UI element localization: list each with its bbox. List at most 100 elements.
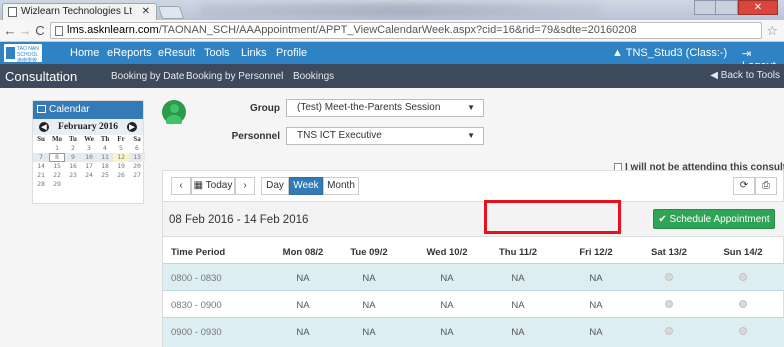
calendar-day[interactable]: 14 bbox=[33, 162, 49, 171]
calendar-day-header: Su bbox=[37, 135, 45, 143]
calendar-day[interactable]: 20 bbox=[129, 162, 145, 171]
group-select[interactable]: (Test) Meet-the-Parents Session ▼ bbox=[286, 99, 484, 117]
slot-radio[interactable] bbox=[665, 300, 673, 308]
slot-radio[interactable] bbox=[739, 327, 747, 335]
calendar-day[interactable]: 5 bbox=[113, 144, 129, 153]
forward-arrow-icon[interactable]: → bbox=[18, 23, 32, 38]
logout-icon: ⇥ bbox=[742, 48, 752, 60]
calendar-day[interactable]: 10 bbox=[81, 153, 97, 162]
nav-home[interactable]: Home bbox=[70, 47, 99, 59]
calendar-day[interactable]: 2 bbox=[65, 144, 81, 153]
view-week-button[interactable]: Week bbox=[289, 177, 323, 195]
slot-cell: NA bbox=[362, 273, 376, 284]
back-to-tools-label: Back to Tools bbox=[720, 70, 780, 81]
calendar-day[interactable]: 6 bbox=[129, 144, 145, 153]
mini-calendar: Calendar ◀ February 2016 ▶ Su Mo Tu We Th Fr S… bbox=[32, 100, 145, 204]
calendar-day[interactable]: 15 bbox=[49, 162, 65, 171]
back-arrow-icon: ◀ bbox=[710, 70, 721, 81]
slot-radio[interactable] bbox=[739, 300, 747, 308]
calendar-empty-cell bbox=[33, 144, 49, 153]
calendar-day[interactable]: 19 bbox=[113, 162, 129, 171]
calendar-day[interactable]: 8 bbox=[49, 153, 65, 162]
nav-links[interactable]: Links bbox=[241, 47, 267, 59]
next-month-icon[interactable]: ▶ bbox=[127, 122, 137, 132]
next-week-button[interactable]: › bbox=[235, 177, 255, 195]
school-logo[interactable]: TAO NAN SCHOOL 道南學校 bbox=[4, 44, 42, 64]
browser-tab[interactable]: Wizlearn Technologies Lt ✕ bbox=[2, 3, 157, 20]
slot-cell: NA bbox=[589, 273, 603, 284]
blurred-region bbox=[200, 3, 600, 17]
calendar-day[interactable]: 22 bbox=[49, 171, 65, 180]
refresh-button[interactable]: ⟳ bbox=[733, 177, 755, 195]
calendar-day[interactable]: 27 bbox=[129, 171, 145, 180]
browser-tab-bar: Wizlearn Technologies Lt ✕ ✕ bbox=[0, 0, 784, 20]
url-input[interactable]: lms.asknlearn.com/TAONAN_SCH/AAAppointme… bbox=[50, 22, 762, 39]
calendar-day-header: Fr bbox=[117, 135, 125, 143]
subnav-bookings[interactable]: Bookings bbox=[293, 71, 334, 82]
slot-radio[interactable] bbox=[739, 273, 747, 281]
prev-month-icon[interactable]: ◀ bbox=[39, 122, 49, 132]
calendar-day[interactable]: 26 bbox=[113, 171, 129, 180]
calendar-day[interactable]: 21 bbox=[33, 171, 49, 180]
calendar-day[interactable]: 13 bbox=[129, 153, 145, 162]
url-path: /TAONAN_SCH/AAAppointment/APPT_ViewCalen… bbox=[158, 24, 637, 36]
window-controls: ✕ bbox=[694, 0, 778, 15]
main-content: Calendar ◀ February 2016 ▶ Su Mo Tu We Th Fr S… bbox=[0, 88, 784, 347]
calendar-day-header: Tu bbox=[69, 135, 77, 143]
time-period: 0900 - 0930 bbox=[171, 327, 222, 338]
calendar-empty-cell bbox=[81, 180, 97, 189]
new-tab-button[interactable] bbox=[157, 6, 185, 19]
slot-cell: NA bbox=[440, 300, 454, 311]
maximize-button[interactable] bbox=[716, 0, 738, 15]
schedule-appointment-button[interactable]: ✔ Schedule Appointment bbox=[653, 209, 775, 229]
slot-radio[interactable] bbox=[665, 273, 673, 281]
subnav-booking-by-date[interactable]: Booking by Date bbox=[111, 71, 184, 82]
close-tab-icon[interactable]: ✕ bbox=[142, 4, 150, 19]
nav-ereports[interactable]: eReports bbox=[107, 47, 152, 59]
slot-cell: NA bbox=[362, 327, 376, 338]
calendar-grid: Su Mo Tu We Th Fr Sa 1 2 3 4 5 6 7 8 9 10 11 12 13 14 15 16 17 1… bbox=[33, 135, 145, 189]
calendar-day[interactable]: 1 bbox=[49, 144, 65, 153]
close-window-button[interactable]: ✕ bbox=[738, 0, 778, 15]
subnav-booking-by-personnel[interactable]: Booking by Personnel bbox=[186, 71, 283, 82]
print-button[interactable]: ⎙ bbox=[755, 177, 777, 195]
calendar-day[interactable]: 16 bbox=[65, 162, 81, 171]
calendar-day[interactable]: 29 bbox=[49, 180, 65, 189]
view-day-button[interactable]: Day bbox=[261, 177, 289, 195]
minimize-button[interactable] bbox=[694, 0, 716, 15]
back-arrow-icon[interactable]: ← bbox=[3, 23, 17, 38]
slot-cell: NA bbox=[511, 273, 525, 284]
top-navigation: TAO NAN SCHOOL 道南學校 Home eReports eResul… bbox=[0, 42, 784, 72]
section-title: Consultation bbox=[5, 69, 78, 84]
calendar-day[interactable]: 18 bbox=[97, 162, 113, 171]
personnel-select[interactable]: TNS ICT Executive ▼ bbox=[286, 127, 484, 145]
calendar-day[interactable]: 12 bbox=[113, 153, 129, 162]
user-menu[interactable]: ▲ TNS_Stud3 (Class:-) bbox=[612, 47, 727, 59]
calendar-day[interactable]: 23 bbox=[65, 171, 81, 180]
calendar-day[interactable]: 11 bbox=[97, 153, 113, 162]
nav-eresult[interactable]: eResult bbox=[158, 47, 195, 59]
calendar-day[interactable]: 28 bbox=[33, 180, 49, 189]
nav-tools[interactable]: Tools bbox=[204, 47, 230, 59]
calendar-day[interactable]: 17 bbox=[81, 162, 97, 171]
slot-radio[interactable] bbox=[665, 327, 673, 335]
slot-cell: NA bbox=[440, 273, 454, 284]
table-header: Time Period Mon 08/2 Tue 09/2 Wed 10/2 T… bbox=[163, 237, 784, 263]
back-to-tools-link[interactable]: ◀ Back to Tools bbox=[710, 70, 780, 81]
calendar-day[interactable]: 25 bbox=[97, 171, 113, 180]
calendar-day[interactable]: 3 bbox=[81, 144, 97, 153]
reload-icon[interactable]: C bbox=[33, 23, 47, 38]
today-button[interactable]: ▦ Today bbox=[191, 177, 235, 195]
calendar-day[interactable]: 9 bbox=[65, 153, 81, 162]
nav-profile[interactable]: Profile bbox=[276, 47, 307, 59]
view-month-button[interactable]: Month bbox=[323, 177, 359, 195]
calendar-day[interactable]: 4 bbox=[97, 144, 113, 153]
calendar-day-header: We bbox=[84, 135, 94, 143]
logo-mark bbox=[6, 47, 15, 59]
calendar-day[interactable]: 7 bbox=[33, 153, 49, 162]
prev-week-button[interactable]: ‹ bbox=[171, 177, 191, 195]
calendar-month: February 2016 bbox=[58, 122, 118, 132]
calendar-day[interactable]: 24 bbox=[81, 171, 97, 180]
slot-cell: NA bbox=[296, 327, 310, 338]
bookmark-star-icon[interactable]: ☆ bbox=[766, 23, 778, 39]
